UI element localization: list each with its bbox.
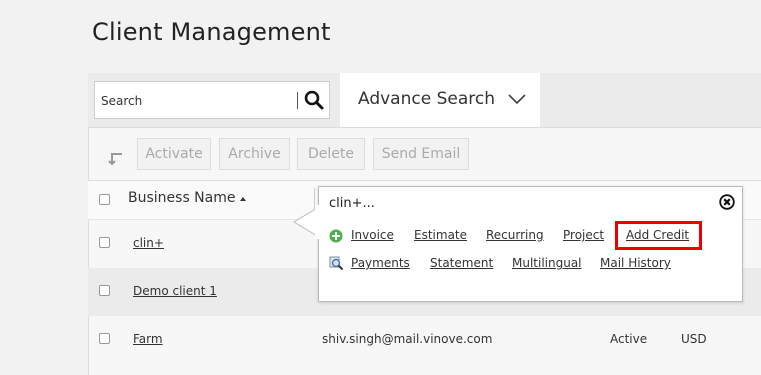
payments-link[interactable]: Payments: [351, 256, 410, 270]
invoice-link[interactable]: Invoice: [351, 228, 394, 242]
search-input[interactable]: [95, 82, 303, 120]
row-checkbox[interactable]: [99, 285, 110, 296]
estimate-link[interactable]: Estimate: [414, 228, 467, 242]
business-name-link[interactable]: clin+: [133, 236, 164, 250]
popup-title: clin+...: [329, 196, 375, 211]
sort-asc-icon[interactable]: [240, 197, 246, 201]
search-icon[interactable]: [303, 89, 325, 111]
select-all-checkbox[interactable]: [99, 194, 110, 205]
bulk-action-arrow-icon: [108, 153, 122, 166]
close-icon[interactable]: [719, 194, 735, 210]
row-checkbox[interactable]: [99, 333, 110, 344]
add-icon: [329, 229, 343, 243]
page-title: Client Management: [92, 18, 331, 46]
activate-button[interactable]: Activate: [137, 138, 211, 170]
statement-link[interactable]: Statement: [430, 256, 493, 270]
status-cell: Active: [610, 332, 648, 346]
magnifier-icon: [329, 256, 344, 271]
search-separator: [297, 92, 298, 109]
multilingual-link[interactable]: Multilingual: [512, 256, 582, 270]
add-credit-highlight: [615, 221, 702, 250]
popup-pointer-mask: [315, 205, 321, 239]
business-name-link[interactable]: Farm: [133, 332, 163, 346]
delete-button[interactable]: Delete: [297, 138, 365, 170]
email-cell: shiv.singh@mail.vinove.com: [322, 332, 493, 346]
column-header-business-name[interactable]: Business Name: [128, 190, 236, 206]
search-box: [94, 81, 330, 120]
recurring-link[interactable]: Recurring: [486, 228, 544, 242]
advance-search-label: Advance Search: [358, 89, 495, 109]
project-link[interactable]: Project: [563, 228, 604, 242]
archive-button[interactable]: Archive: [219, 138, 290, 170]
advance-search-toggle[interactable]: Advance Search: [340, 73, 540, 127]
row-checkbox[interactable]: [99, 237, 110, 248]
chevron-down-icon: [508, 94, 526, 105]
send-email-button[interactable]: Send Email: [373, 138, 469, 170]
business-name-link[interactable]: Demo client 1: [133, 284, 217, 298]
mail-history-link[interactable]: Mail History: [600, 256, 671, 270]
currency-cell: USD: [681, 332, 707, 346]
